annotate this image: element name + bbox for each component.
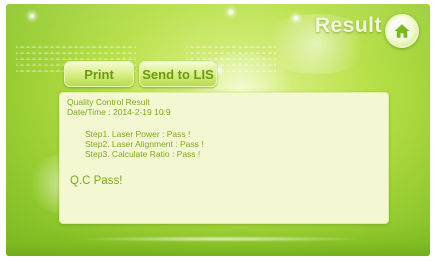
qc-summary: Q.C Pass!: [70, 175, 123, 187]
print-button[interactable]: Print: [64, 61, 134, 87]
page-title: Result: [314, 14, 382, 37]
result-panel: Quality Control Result Date/Time : 2014-…: [59, 92, 389, 224]
step-result: Step1. Laser Power : Pass !: [85, 129, 191, 139]
footer-shine: [76, 236, 366, 242]
home-button[interactable]: [385, 14, 419, 48]
home-icon: [394, 24, 410, 38]
sparkle-decoration: [294, 16, 298, 20]
step-result: Step3. Calculate Ratio : Pass !: [85, 149, 201, 159]
result-datetime: Date/Time : 2014-2-19 10:9: [67, 107, 171, 117]
sparkle-decoration: [30, 14, 34, 18]
sparkle-decoration: [229, 10, 233, 14]
result-title: Quality Control Result: [67, 97, 150, 107]
send-to-lis-button[interactable]: Send to LIS: [139, 61, 217, 87]
app-screen: Result Print Send to LIS Quality Control…: [6, 4, 430, 256]
step-result: Step2. Laser Alignment : Pass !: [85, 139, 204, 149]
